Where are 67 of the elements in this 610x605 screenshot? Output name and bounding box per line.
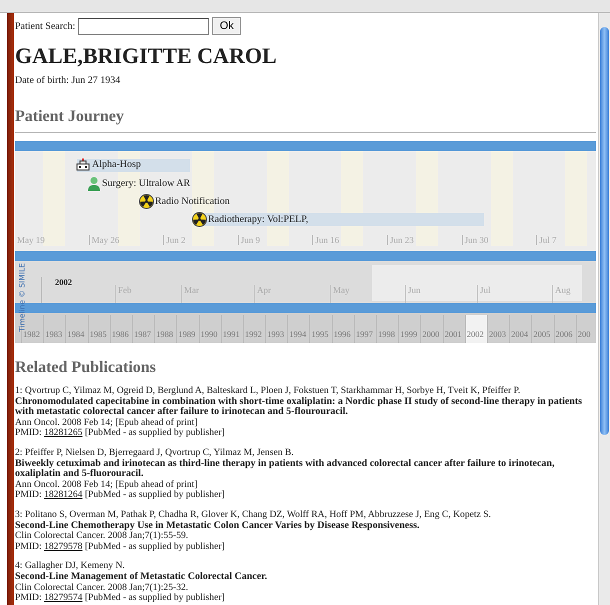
pmid-link[interactable]: 18281265 [44,427,82,438]
publication-title: Second-Line Chemotherapy Use in Metastatic Colon Cancer Varies by Disease Responsiveness. [15,520,421,531]
year-label[interactable]: 1985 [88,315,110,343]
date-label: Jul 7 [536,235,556,245]
section-heading: Patient Journey [15,108,124,126]
patient-name: GALE,BRIGITTE CAROL [15,43,277,69]
year-label[interactable]: 1990 [198,315,221,343]
publication-title: Chronomodulated capecitabine in combination with short-time oxaliplatin: a Nordic phase II study of second-line therapy in patients with metastatic colorectal cancer after failure to irinotecan and 5-flourouracil. [15,396,584,418]
year-label[interactable]: 2000 [420,315,443,343]
year-label[interactable]: 1991 [220,315,243,343]
publication-authors: 1: Qvortrup C, Yilmaz M, Ogreid D, Berglund A, Balteskard L, Ploen J, Fokstuen T, Starkhammar H, Sorbye H, Tveit K, Pfeiffer P. [15,386,522,397]
radiation-icon [139,194,154,209]
radiation-icon [192,212,207,227]
year-label[interactable]: 1983 [43,315,66,343]
date-label: Jun 30 [462,235,488,245]
publication-source: Clin Colorectal Cancer. 2008 Jan;7(1):25-32. [15,582,190,593]
year-label[interactable]: 1993 [265,315,288,343]
search-label: Patient Search: [15,20,76,32]
year-label[interactable]: 2006 [554,315,576,343]
year-label[interactable]: 1988 [154,315,176,343]
search-field[interactable] [78,18,210,34]
event-label[interactable]: Radiotherapy: Vol:PELP, [208,214,308,225]
year-label[interactable]: 1998 [376,315,398,343]
year-label[interactable]: 1999 [398,315,420,343]
year-label[interactable]: 1994 [287,315,310,343]
date-label: Jun 9 [238,235,260,245]
year-label[interactable]: 2004 [509,315,532,343]
pmid-line: PMID: 18281265 [PubMed - as supplied by publisher] [15,428,226,439]
event-label[interactable]: Radio Notification [155,196,230,207]
publication-authors: 4: Gallagher DJ, Kemeny N. [15,561,126,572]
publication-source: Clin Colorectal Cancer. 2008 Jan;7(1):55-59. [15,531,190,542]
publication-title: Biweekly cetuximab and irinotecan as third-line therapy in patients with advanced colorectal cancer after failure to irinotecan, oxaliplatin and 5-fluorouracil. [15,458,556,480]
date-label: Jun 16 [312,235,340,245]
building-icon [75,158,91,171]
person-icon [87,176,101,191]
date-label: Jun 23 [387,235,414,245]
pmid-line: PMID: 18279578 [PubMed - as supplied by publisher] [15,542,226,552]
event-label[interactable]: Alpha-Hosp [92,159,141,170]
pmid-link[interactable]: 18279574 [44,592,82,604]
year-label[interactable]: 1986 [110,315,132,343]
event-label[interactable]: Surgery: Ultralow AR [102,178,190,189]
pmid-link[interactable]: 18281264 [44,489,82,500]
date-label: Jun 2 [163,235,186,245]
year-label[interactable]: 1992 [242,315,266,343]
year-label[interactable]: 1996 [332,315,354,343]
ok-button[interactable]: Ok [212,17,242,35]
year-label[interactable]: 1997 [354,315,376,343]
date-label: May 26 [88,235,120,245]
pmid-link[interactable]: 18279578 [44,540,82,552]
year-label[interactable]: 2002 [464,315,487,343]
year-label[interactable]: 1989 [176,315,198,343]
publication-title: Second-Line Management of Metastatic Colorectal Cancer. [15,572,268,582]
pmid-line: PMID: 18281264 [PubMed - as supplied by publisher] [15,490,226,501]
publication-authors: 3: Politano S, Overman M, Pathak P, Chadha R, Glover K, Chang DZ, Wolff RA, Hoff PM, Abbruzzese J, Eng C, Kopetz S. [15,510,492,521]
year-label[interactable]: 2003 [486,315,510,343]
date-label: May 19 [15,235,45,245]
scrollbar[interactable] [598,13,610,605]
year-label[interactable]: 1984 [65,315,88,343]
section-heading: Related Publications [15,359,156,377]
publication-source: Ann Oncol. 2008 Feb 14; [Epub ahead of print] [15,418,199,428]
pmid-line: PMID: 18279574 [PubMed - as supplied by publisher] [15,593,226,604]
year-label[interactable]: 2005 [531,315,554,343]
publication-source: Ann Oncol. 2008 Feb 14; [Epub ahead of print] [15,480,199,490]
publication-authors: 2: Pfeiffer P, Nielsen D, Bjerregaard J, Qvortrup C, Yilmaz M, Jensen B. [15,448,295,459]
year-label[interactable]: 1987 [132,315,154,343]
date-of-birth: Date of birth: Jun 27 1934 [15,75,122,86]
year-label[interactable]: 1995 [309,315,332,343]
